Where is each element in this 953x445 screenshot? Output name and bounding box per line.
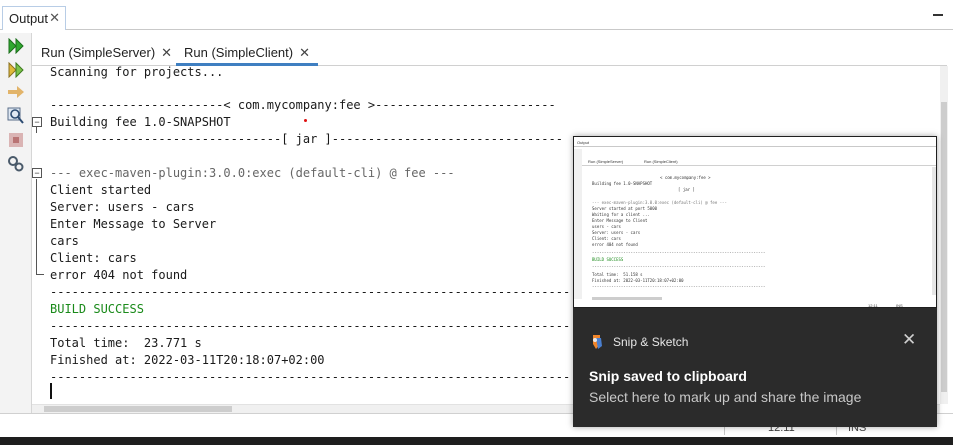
preview-tabbar: Output	[574, 137, 936, 147]
error-mark	[304, 119, 307, 122]
console-line: Client: cars	[50, 251, 137, 265]
preview-status-position: 12:11	[868, 303, 878, 308]
console-line: ----------------------------------------…	[50, 370, 571, 384]
fold-guide	[36, 179, 37, 275]
preview-line: < com.mycompany:fee >	[660, 175, 711, 180]
preview-run-tab: Run (SimpleServer)	[588, 159, 624, 164]
preview-line: BUILD SUCCESS	[592, 257, 624, 262]
stop-icon[interactable]	[6, 131, 26, 149]
console-line: --------------------------------[ jar ]-…	[50, 132, 563, 146]
preview-scrollbar	[592, 297, 662, 300]
scroll-thumb[interactable]	[941, 102, 947, 392]
preview-line: users - cars	[592, 224, 621, 229]
output-tab[interactable]: Output ✕	[2, 6, 66, 30]
rerun-icon[interactable]	[6, 37, 26, 55]
run-tabbar: Run (SimpleServer) ✕ Run (SimpleClient) ✕	[32, 36, 947, 66]
fold-toggle-icon[interactable]: −	[32, 168, 42, 178]
preview-line: ----------------------------------------…	[592, 250, 766, 255]
preview-line: Building fee 1.0-SNAPSHOT	[592, 181, 653, 186]
preview-line: ----------------------------------------…	[592, 264, 766, 269]
console-line: Server: users - cars	[50, 200, 195, 214]
output-tabbar: Output ✕	[0, 0, 953, 30]
taskbar-edge	[0, 437, 953, 445]
preview-line: [ jar ]	[678, 187, 695, 192]
preview-line: Finished at: 2022-03-11T20:18:07+02:00	[592, 278, 684, 283]
preview-toolbar	[574, 149, 582, 299]
preview-run-tab: Run (SimpleClient)	[644, 159, 678, 164]
console-line: Total time: 23.771 s	[50, 336, 202, 350]
netbeans-output-window: Output ✕ Run (SimpleServer) ✕ Run (Simpl…	[0, 0, 953, 445]
text-caret	[50, 383, 52, 399]
console-line: Building fee 1.0-SNAPSHOT	[50, 115, 231, 129]
console-line: Client started	[50, 183, 152, 197]
vertical-scrollbar[interactable]	[940, 66, 948, 404]
preview-line: Waiting for a client ...	[592, 212, 650, 217]
scroll-thumb[interactable]	[44, 406, 232, 412]
console-line: ----------------------------------------…	[50, 319, 571, 333]
notification-title: Snip saved to clipboard	[589, 368, 747, 384]
tab-close-icon[interactable]: ✕	[161, 45, 172, 60]
close-icon[interactable]: ✕	[902, 331, 916, 348]
output-tab-label: Output	[9, 11, 49, 26]
notification-app-name: Snip & Sketch	[613, 335, 689, 349]
fold-toggle-icon[interactable]: −	[32, 117, 42, 127]
console-line: ------------------------< com.mycompany:…	[50, 98, 556, 112]
console-line: Finished at: 2022-03-11T20:18:07+02:00	[50, 353, 325, 367]
tab-label: Run (SimpleClient)	[184, 45, 294, 60]
tab-label: Run (SimpleServer)	[41, 45, 156, 60]
notification-body: Select here to mark up and share the ima…	[589, 389, 862, 405]
console-line: error 404 not found	[50, 268, 188, 282]
rerun-with-options-icon[interactable]	[6, 61, 26, 79]
build-status-line: BUILD SUCCESS	[50, 302, 144, 316]
preview-tab-label: Output	[577, 140, 590, 145]
preview-line: Server: users - cars	[592, 230, 641, 235]
minimize-icon[interactable]	[933, 14, 943, 16]
tab-run-simpleserver[interactable]: Run (SimpleServer) ✕	[41, 40, 172, 66]
preview-line: Client: cars	[592, 236, 621, 241]
snip-notification[interactable]: Output Run (SimpleServer) Run (SimpleCli…	[573, 136, 937, 427]
preview-status-mode: INS	[896, 303, 903, 308]
tab-run-simpleclient[interactable]: Run (SimpleClient) ✕	[176, 40, 318, 66]
snip-sketch-icon	[590, 334, 604, 350]
console-line: Enter Message to Server	[50, 217, 217, 231]
preview-line: Enter Message to Client	[592, 218, 648, 223]
find-icon[interactable]	[6, 107, 26, 125]
preview-scrollbar	[932, 167, 936, 295]
preview-line: ----------------------------------------…	[592, 284, 766, 289]
console-line: Scanning for projects...	[50, 65, 224, 79]
preview-line: --- exec-maven-plugin:3.0.0:exec (defaul…	[592, 200, 727, 205]
tab-close-icon[interactable]: ✕	[299, 45, 310, 60]
console-line: ----------------------------------------…	[50, 285, 571, 299]
preview-line: Total time: 51.158 s	[592, 272, 643, 277]
snip-preview-image[interactable]: Output Run (SimpleServer) Run (SimpleCli…	[573, 136, 937, 308]
console-line: cars	[50, 234, 79, 248]
preview-line: error 404 not found	[592, 242, 638, 247]
output-toolbar	[0, 33, 32, 413]
fold-guide-end	[36, 274, 44, 275]
console-line: --- exec-maven-plugin:3.0.0:exec (defaul…	[50, 166, 455, 180]
step-icon[interactable]	[6, 83, 26, 101]
preview-line: Server started at port 5000	[592, 206, 658, 211]
preview-runbar: Run (SimpleServer) Run (SimpleClient)	[582, 157, 936, 166]
settings-icon[interactable]	[6, 155, 26, 173]
output-tab-close-icon[interactable]: ✕	[49, 10, 60, 26]
